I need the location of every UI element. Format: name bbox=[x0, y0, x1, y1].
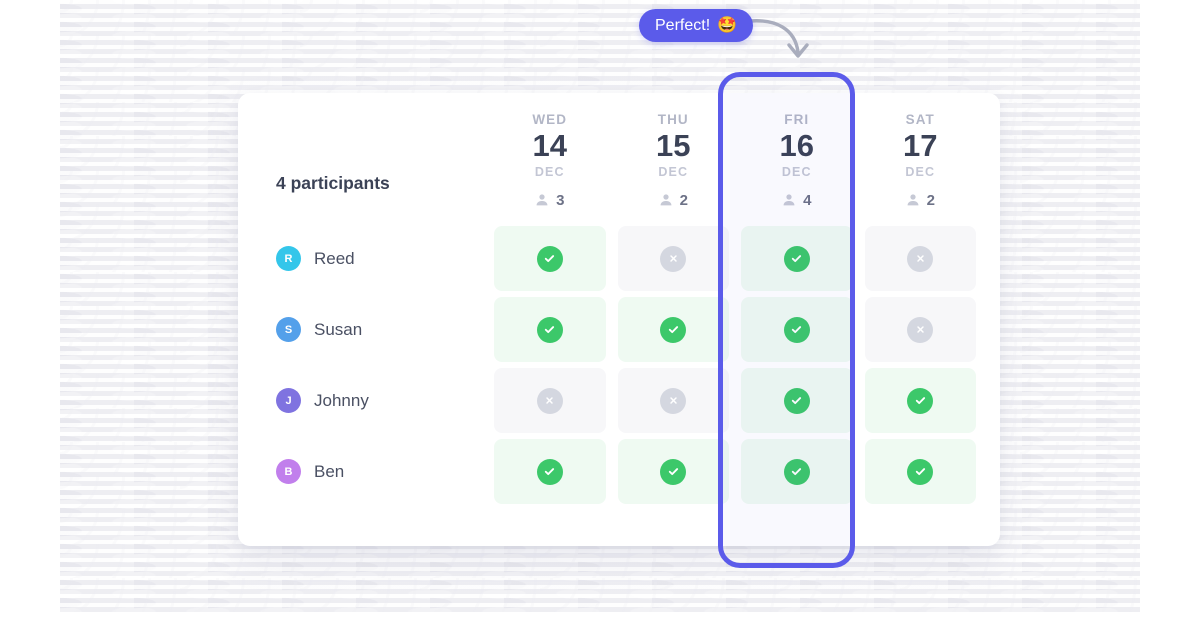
participant-row-ben: B Ben bbox=[256, 436, 488, 507]
callout-pill: Perfect! 🤩 bbox=[639, 9, 754, 42]
check-circle-icon bbox=[907, 458, 934, 485]
available-cell bbox=[864, 439, 976, 504]
available-cell bbox=[741, 439, 853, 504]
availability-cell[interactable] bbox=[859, 365, 983, 436]
screenshot-stage: Perfect! 🤩 4 participants WED 14 DEC 3 T… bbox=[0, 0, 1200, 620]
available-cell bbox=[864, 368, 976, 433]
person-icon bbox=[907, 194, 919, 206]
person-icon bbox=[660, 194, 672, 206]
availability-cell[interactable] bbox=[859, 223, 983, 294]
day-header-1[interactable]: THU 15 DEC 2 bbox=[612, 93, 736, 223]
person-icon bbox=[536, 194, 548, 206]
day-attendee-count: 3 bbox=[535, 192, 564, 209]
availability-cell[interactable] bbox=[612, 436, 736, 507]
availability-cell[interactable] bbox=[612, 223, 736, 294]
availability-cell[interactable] bbox=[859, 436, 983, 507]
availability-cell[interactable] bbox=[488, 365, 612, 436]
participants-count-label: 4 participants bbox=[276, 173, 390, 193]
participants-summary: 4 participants bbox=[256, 93, 488, 223]
participant-name: Susan bbox=[314, 319, 363, 339]
day-number: 15 bbox=[656, 128, 691, 163]
avatar: B bbox=[276, 459, 301, 484]
check-circle-icon bbox=[660, 458, 687, 485]
person-icon bbox=[783, 194, 795, 206]
check-circle-icon bbox=[783, 316, 810, 343]
attendee-count-value: 3 bbox=[556, 191, 565, 209]
cross-circle-icon bbox=[907, 245, 934, 272]
day-month: DEC bbox=[534, 164, 565, 179]
cross-circle-icon bbox=[660, 387, 687, 414]
day-of-week: WED bbox=[532, 112, 568, 127]
star-struck-emoji: 🤩 bbox=[717, 16, 738, 34]
day-month: DEC bbox=[658, 164, 689, 179]
unavailable-cell bbox=[864, 297, 976, 362]
day-attendee-count: 2 bbox=[659, 192, 688, 209]
availability-cell[interactable] bbox=[612, 365, 736, 436]
day-month: DEC bbox=[905, 164, 936, 179]
check-circle-icon bbox=[783, 458, 810, 485]
avatar: J bbox=[276, 388, 301, 413]
check-circle-icon bbox=[783, 387, 810, 414]
check-circle-icon bbox=[536, 458, 563, 485]
available-cell bbox=[741, 368, 853, 433]
unavailable-cell bbox=[617, 368, 729, 433]
cross-circle-icon bbox=[660, 245, 687, 272]
availability-grid: 4 participants WED 14 DEC 3 THU 15 DEC 2… bbox=[238, 93, 1000, 546]
attendee-count-value: 4 bbox=[803, 191, 812, 209]
cross-circle-icon bbox=[536, 387, 563, 414]
callout-text: Perfect! bbox=[655, 16, 711, 34]
participant-row-susan: S Susan bbox=[256, 294, 488, 365]
day-number: 14 bbox=[532, 128, 567, 163]
unavailable-cell bbox=[864, 226, 976, 291]
curved-arrow-icon bbox=[748, 19, 809, 58]
day-header-2[interactable]: FRI 16 DEC 4 bbox=[735, 93, 859, 223]
day-attendee-count: 2 bbox=[906, 192, 935, 209]
available-cell bbox=[494, 297, 606, 362]
availability-cell[interactable] bbox=[612, 294, 736, 365]
availability-cell[interactable] bbox=[735, 365, 859, 436]
available-cell bbox=[741, 226, 853, 291]
attendee-count-value: 2 bbox=[926, 191, 935, 209]
avatar: S bbox=[276, 317, 301, 342]
day-header-0[interactable]: WED 14 DEC 3 bbox=[488, 93, 612, 223]
participant-name: Johnny bbox=[314, 390, 369, 410]
unavailable-cell bbox=[494, 368, 606, 433]
day-attendee-count: 4 bbox=[782, 192, 811, 209]
availability-cell[interactable] bbox=[859, 294, 983, 365]
day-of-week: FRI bbox=[784, 112, 810, 127]
availability-cell[interactable] bbox=[735, 436, 859, 507]
avatar: R bbox=[276, 246, 301, 271]
check-circle-icon bbox=[536, 245, 563, 272]
availability-cell[interactable] bbox=[735, 294, 859, 365]
check-circle-icon bbox=[536, 316, 563, 343]
day-of-week: SAT bbox=[905, 112, 935, 127]
attendee-count-value: 2 bbox=[679, 191, 688, 209]
day-month: DEC bbox=[781, 164, 812, 179]
availability-cell[interactable] bbox=[488, 223, 612, 294]
check-circle-icon bbox=[783, 245, 810, 272]
available-cell bbox=[494, 226, 606, 291]
day-number: 17 bbox=[903, 128, 938, 163]
cross-circle-icon bbox=[907, 316, 934, 343]
availability-cell[interactable] bbox=[735, 223, 859, 294]
check-circle-icon bbox=[660, 316, 687, 343]
participant-row-reed: R Reed bbox=[256, 223, 488, 294]
available-cell bbox=[741, 297, 853, 362]
availability-cell[interactable] bbox=[488, 294, 612, 365]
check-circle-icon bbox=[907, 387, 934, 414]
available-cell bbox=[617, 439, 729, 504]
day-header-3[interactable]: SAT 17 DEC 2 bbox=[859, 93, 983, 223]
available-cell bbox=[617, 297, 729, 362]
participant-row-johnny: J Johnny bbox=[256, 365, 488, 436]
availability-cell[interactable] bbox=[488, 436, 612, 507]
day-number: 16 bbox=[779, 128, 814, 163]
availability-card: 4 participants WED 14 DEC 3 THU 15 DEC 2… bbox=[238, 93, 1000, 546]
day-of-week: THU bbox=[657, 112, 689, 127]
available-cell bbox=[494, 439, 606, 504]
participant-name: Reed bbox=[314, 248, 355, 268]
unavailable-cell bbox=[617, 226, 729, 291]
participant-name: Ben bbox=[314, 461, 345, 481]
